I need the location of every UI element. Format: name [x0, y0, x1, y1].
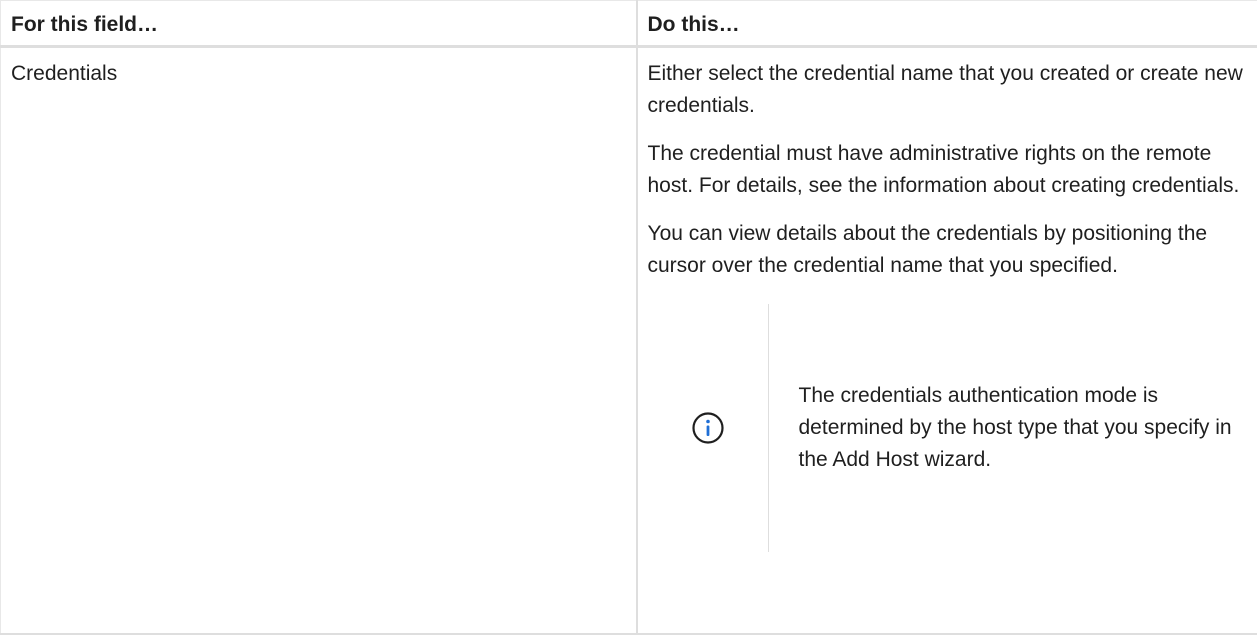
table-row: Credentials Either select the credential…	[0, 45, 1257, 635]
note-text: The credentials authentication mode is d…	[798, 384, 1232, 471]
description-cell: Either select the credential name that y…	[635, 45, 1257, 635]
info-note: The credentials authentication mode is d…	[648, 304, 1248, 552]
header-field-column: For this field…	[0, 0, 638, 48]
field-cell: Credentials	[0, 45, 638, 635]
info-icon	[691, 411, 725, 445]
note-icon-cell	[648, 304, 769, 552]
field-name: Credentials	[11, 62, 118, 85]
header-row: For this field… Do this…	[0, 0, 1257, 48]
description-paragraph-2: The credential must have administrative …	[647, 142, 1240, 197]
table-header: For this field… Do this…	[0, 0, 1257, 48]
description-paragraph-3: You can view details about the credentia…	[647, 222, 1208, 277]
header-action-column: Do this…	[635, 0, 1257, 48]
field-description-table: For this field… Do this… Credentials Eit…	[0, 0, 1257, 635]
table-body: Credentials Either select the credential…	[0, 45, 1257, 635]
description-paragraph-1: Either select the credential name that y…	[647, 62, 1243, 117]
